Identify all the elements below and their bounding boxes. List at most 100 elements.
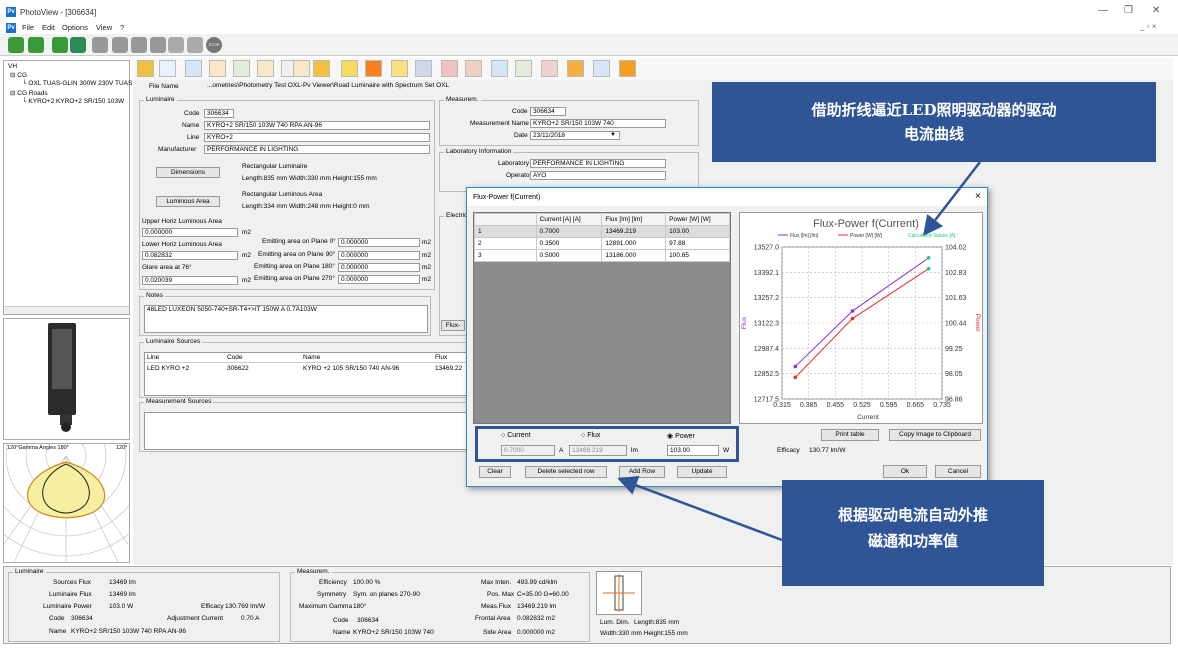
meas-name-field[interactable]: KYRO+2 SR/150 103W 740 xyxy=(530,119,666,128)
max-gamma-label: Maximum Gamma xyxy=(299,603,353,610)
horizontal-scrollbar[interactable] xyxy=(4,306,129,314)
dropdown-icon[interactable]: ▼ xyxy=(610,132,616,138)
table-icon[interactable] xyxy=(185,60,202,77)
clear-button[interactable]: Clear xyxy=(479,466,511,478)
summary-code-label: Code xyxy=(49,615,65,622)
table-cell: 3 xyxy=(474,249,537,262)
table-cell[interactable]: 0.7000 xyxy=(535,225,603,238)
frame-icon[interactable] xyxy=(567,60,584,77)
plane270-field[interactable]: 0.000000 xyxy=(338,275,420,284)
people-gray-icon[interactable] xyxy=(92,37,108,53)
lower-area-label: Lower Horiz Luminous Area xyxy=(142,241,222,248)
app-icon: Pv xyxy=(6,7,16,17)
grid-icon[interactable] xyxy=(415,60,432,77)
summary-meas-code-value: 306634 xyxy=(357,617,379,624)
diagram-icon[interactable] xyxy=(491,60,508,77)
luminaire-tree[interactable]: VH ⊟ CG └ OXL TUAS-GLIN 300W 230V TUAS ⊟… xyxy=(3,60,132,315)
name-field[interactable]: KYRO+2 SR/150 103W 740 RPA AN-96 xyxy=(204,121,430,130)
isolux-icon[interactable] xyxy=(233,60,250,77)
tree-item[interactable]: ⊟ CG xyxy=(10,71,27,79)
edit-icon[interactable] xyxy=(137,60,154,77)
pos-max-value: C=35.00 G=60.00 xyxy=(517,591,569,598)
people-green-icon[interactable] xyxy=(8,37,24,53)
stop-icon[interactable]: STOP xyxy=(206,37,222,53)
menu-file[interactable]: File xyxy=(22,23,34,32)
menu-help[interactable]: ? xyxy=(120,23,124,32)
curve-icon[interactable] xyxy=(257,60,274,77)
menu-view[interactable]: View xyxy=(96,23,112,32)
tree-root[interactable]: VH xyxy=(8,63,17,70)
laboratory-label: Laboratory xyxy=(498,160,530,167)
grid-icon[interactable] xyxy=(593,60,610,77)
glare-area-field[interactable]: 0.020039 xyxy=(142,276,238,285)
people-gray-icon[interactable] xyxy=(150,37,166,53)
plane0-field[interactable]: 0.000000 xyxy=(338,238,420,247)
code-field[interactable]: 306634 xyxy=(204,109,234,118)
plane90-field[interactable]: 0.000000 xyxy=(338,251,420,260)
luminous-area-button[interactable]: Luminous Area xyxy=(156,196,220,207)
measurement-sources-title: Measurement Sources xyxy=(144,398,214,405)
max-intensity-value: 493.99 cd/klm xyxy=(517,579,558,586)
manufacturer-field[interactable]: PERFORMANCE IN LIGHTING xyxy=(204,145,430,154)
warning-icon[interactable] xyxy=(365,60,382,77)
people-gray-icon[interactable] xyxy=(112,37,128,53)
people-green-icon[interactable] xyxy=(28,37,44,53)
bar-chart-icon[interactable] xyxy=(159,60,176,77)
color-icon[interactable] xyxy=(541,60,558,77)
people-gray-icon[interactable] xyxy=(187,37,203,53)
radio-flux[interactable]: ○ Flux xyxy=(581,432,600,439)
refresh-icon[interactable] xyxy=(619,60,636,77)
maximize-icon[interactable]: ❐ xyxy=(1124,5,1133,16)
radio-current[interactable]: ○ Current xyxy=(501,432,531,439)
tree-item[interactable]: └ OXL TUAS-GLIN 300W 230V TUAS xyxy=(22,80,132,87)
unit-m2: m2 xyxy=(422,264,432,271)
side-area-value: 0.000000 m2 xyxy=(517,629,555,636)
current-input[interactable]: 0.7000 xyxy=(501,445,555,456)
summary-code-value: 306634 xyxy=(71,615,93,622)
name-label: Name xyxy=(182,122,200,129)
date-field[interactable]: 23/11/2018 xyxy=(530,131,620,140)
circle-icon[interactable] xyxy=(465,60,482,77)
notes-field[interactable]: 48LED LUXEON 5050-740+SR-T4+>IT 150W A 0… xyxy=(144,305,428,333)
measurement-group: Measurem. Code 306634 Measurement Name K… xyxy=(439,96,699,146)
table-cell[interactable]: 0.3500 xyxy=(535,237,603,250)
summary-measurement-group: Measurem. Efficiency 100.00 % Symmetry S… xyxy=(290,568,590,642)
spectrum-icon[interactable] xyxy=(313,60,330,77)
dimensions-button[interactable]: Dimensions xyxy=(156,167,220,178)
mdi-controls-icon[interactable]: _ ▫ × xyxy=(1140,22,1156,31)
sources-table[interactable]: Line Code Name Flux LED KYRO +2 306622 K… xyxy=(144,352,468,396)
measurement-sources-table[interactable] xyxy=(144,412,468,450)
delete-row-button[interactable]: Delete selected row xyxy=(525,466,607,478)
layer-icon[interactable] xyxy=(341,60,358,77)
line-field[interactable]: KYRO+2 xyxy=(204,133,430,142)
close-icon[interactable]: ✕ xyxy=(1152,5,1160,16)
lum-dim-label: Lum. Dim. xyxy=(600,619,630,626)
table-cell[interactable]: 0.5000 xyxy=(535,249,603,262)
flux-tab-button[interactable]: Flux- xyxy=(441,320,465,331)
people-gray-icon[interactable] xyxy=(168,37,184,53)
plane180-field[interactable]: 0.000000 xyxy=(338,263,420,272)
menu-options[interactable]: Options xyxy=(62,23,88,32)
polar-icon[interactable] xyxy=(209,60,226,77)
plane180-label: Emitting area on Plane 180° xyxy=(254,263,336,270)
upper-area-field[interactable]: 0.000000 xyxy=(142,228,238,237)
menu-edit[interactable]: Edit xyxy=(42,23,55,32)
table-cell: 2 xyxy=(474,237,537,250)
max-intensity-label: Max Inten. xyxy=(481,579,512,586)
sources-cell: 13469.22 xyxy=(435,365,463,372)
people-gray-icon[interactable] xyxy=(131,37,147,53)
upper-area-label: Upper Horiz Luminous Area xyxy=(142,218,222,225)
circle-icon[interactable] xyxy=(441,60,458,77)
people-green-icon[interactable] xyxy=(52,37,68,53)
tree-item[interactable]: └ KYRO+2 KYRO+2 SR/150 103W xyxy=(22,98,124,105)
chart-icon[interactable] xyxy=(293,60,310,77)
tree-item[interactable]: ⊟ CG Roads xyxy=(10,89,48,97)
unit-m2: m2 xyxy=(242,252,252,259)
arrow-to-inputs xyxy=(617,475,783,542)
meas-code-field[interactable]: 306634 xyxy=(530,107,566,116)
minimize-icon[interactable]: — xyxy=(1098,5,1108,16)
axis-icon[interactable] xyxy=(515,60,532,77)
lower-area-field[interactable]: 0.082832 xyxy=(142,251,238,260)
graph-icon[interactable] xyxy=(391,60,408,77)
people-teal-icon[interactable] xyxy=(70,37,86,53)
